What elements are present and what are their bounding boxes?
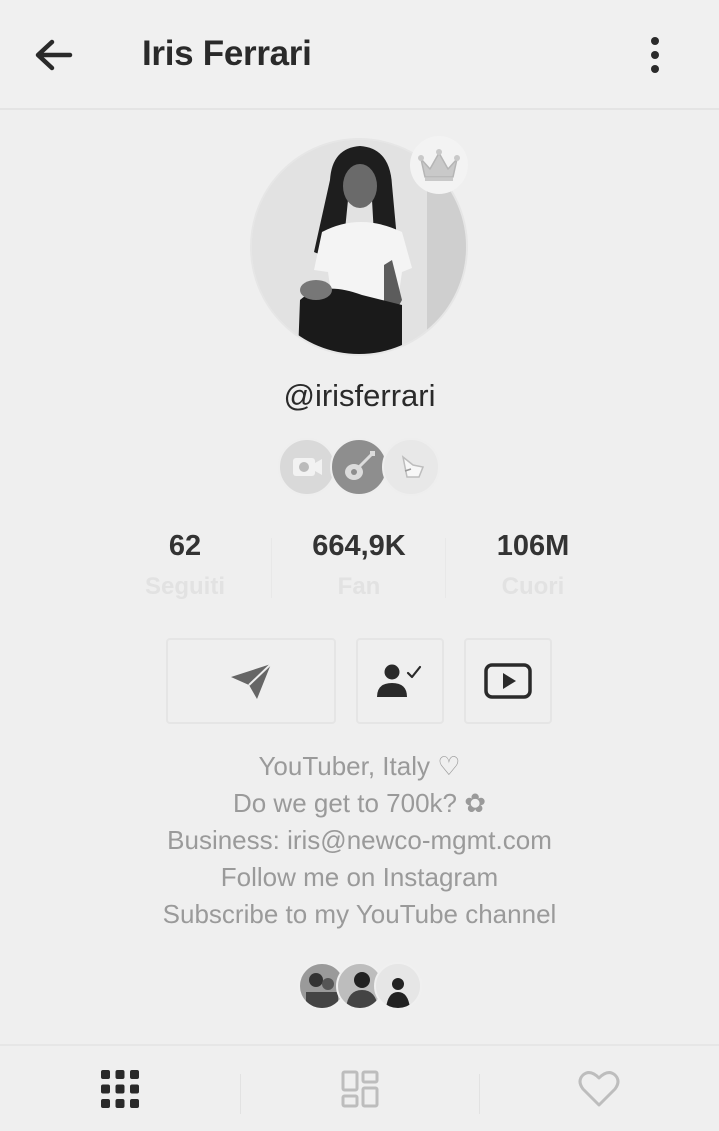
profile-stats: 62 Seguiti 664,9K Fan 106M Cuori [0, 530, 719, 610]
stat-label: Seguiti [144, 573, 225, 600]
youtube-button[interactable] [464, 638, 552, 724]
stat-value: 62 [168, 530, 202, 562]
mutual-followers[interactable] [298, 962, 423, 1012]
youtube-icon [484, 663, 532, 699]
send-icon [231, 663, 272, 699]
tab-collections[interactable] [240, 1046, 480, 1131]
badge-item[interactable] [330, 438, 388, 496]
guitar-icon [345, 451, 375, 480]
page-title: Iris Ferrari [142, 34, 312, 73]
badge-item[interactable] [382, 438, 440, 496]
stat-fans[interactable]: 664,9K Fan [279, 530, 439, 601]
following-button[interactable] [356, 638, 444, 724]
stat-hearts[interactable]: 106M Cuori [453, 530, 613, 601]
crown-badge [410, 136, 468, 194]
profile-actions [0, 638, 719, 726]
follower-avatar [374, 962, 422, 1010]
profile-bio: YouTuber, Italy ♡ Do we get to 700k? ✿ B… [0, 748, 719, 933]
more-vertical-icon [651, 37, 659, 73]
hand-icon [401, 455, 425, 478]
stat-divider [271, 538, 272, 598]
tab-videos[interactable] [0, 1046, 240, 1131]
message-button[interactable] [166, 638, 336, 724]
back-button[interactable] [30, 34, 76, 76]
collection-icon [341, 1070, 379, 1107]
top-app-bar: Iris Ferrari [0, 0, 719, 110]
grid-icon [101, 1069, 139, 1108]
crown-icon [418, 149, 460, 181]
person-check-icon [377, 664, 422, 697]
bio-line: YouTuber, Italy ♡ [258, 751, 461, 781]
profile-badges [278, 438, 443, 498]
profile-username: @irisferrari [283, 378, 436, 413]
arrow-left-icon [35, 39, 73, 71]
bio-line: Follow me on Instagram [220, 862, 499, 892]
bio-line[interactable]: Business: iris@newco-mgmt.com [0, 822, 719, 859]
stat-label: Cuori [501, 573, 565, 600]
stat-divider [445, 538, 446, 598]
tab-liked[interactable] [479, 1046, 719, 1131]
bio-line: Subscribe to my YouTube channel [162, 899, 557, 929]
stat-value: 106M [496, 530, 570, 562]
heart-icon [578, 1070, 620, 1106]
profile-avatar-container [250, 136, 468, 356]
stat-value: 664,9K [312, 530, 406, 562]
more-options-button[interactable] [640, 36, 670, 76]
bio-line: Do we get to 700k? ✿ [232, 788, 487, 818]
badge-item[interactable] [278, 438, 336, 496]
camera-icon [293, 458, 322, 476]
profile-tab-bar [0, 1044, 719, 1131]
stat-label: Fan [337, 573, 381, 600]
stat-following[interactable]: 62 Seguiti [105, 530, 265, 601]
